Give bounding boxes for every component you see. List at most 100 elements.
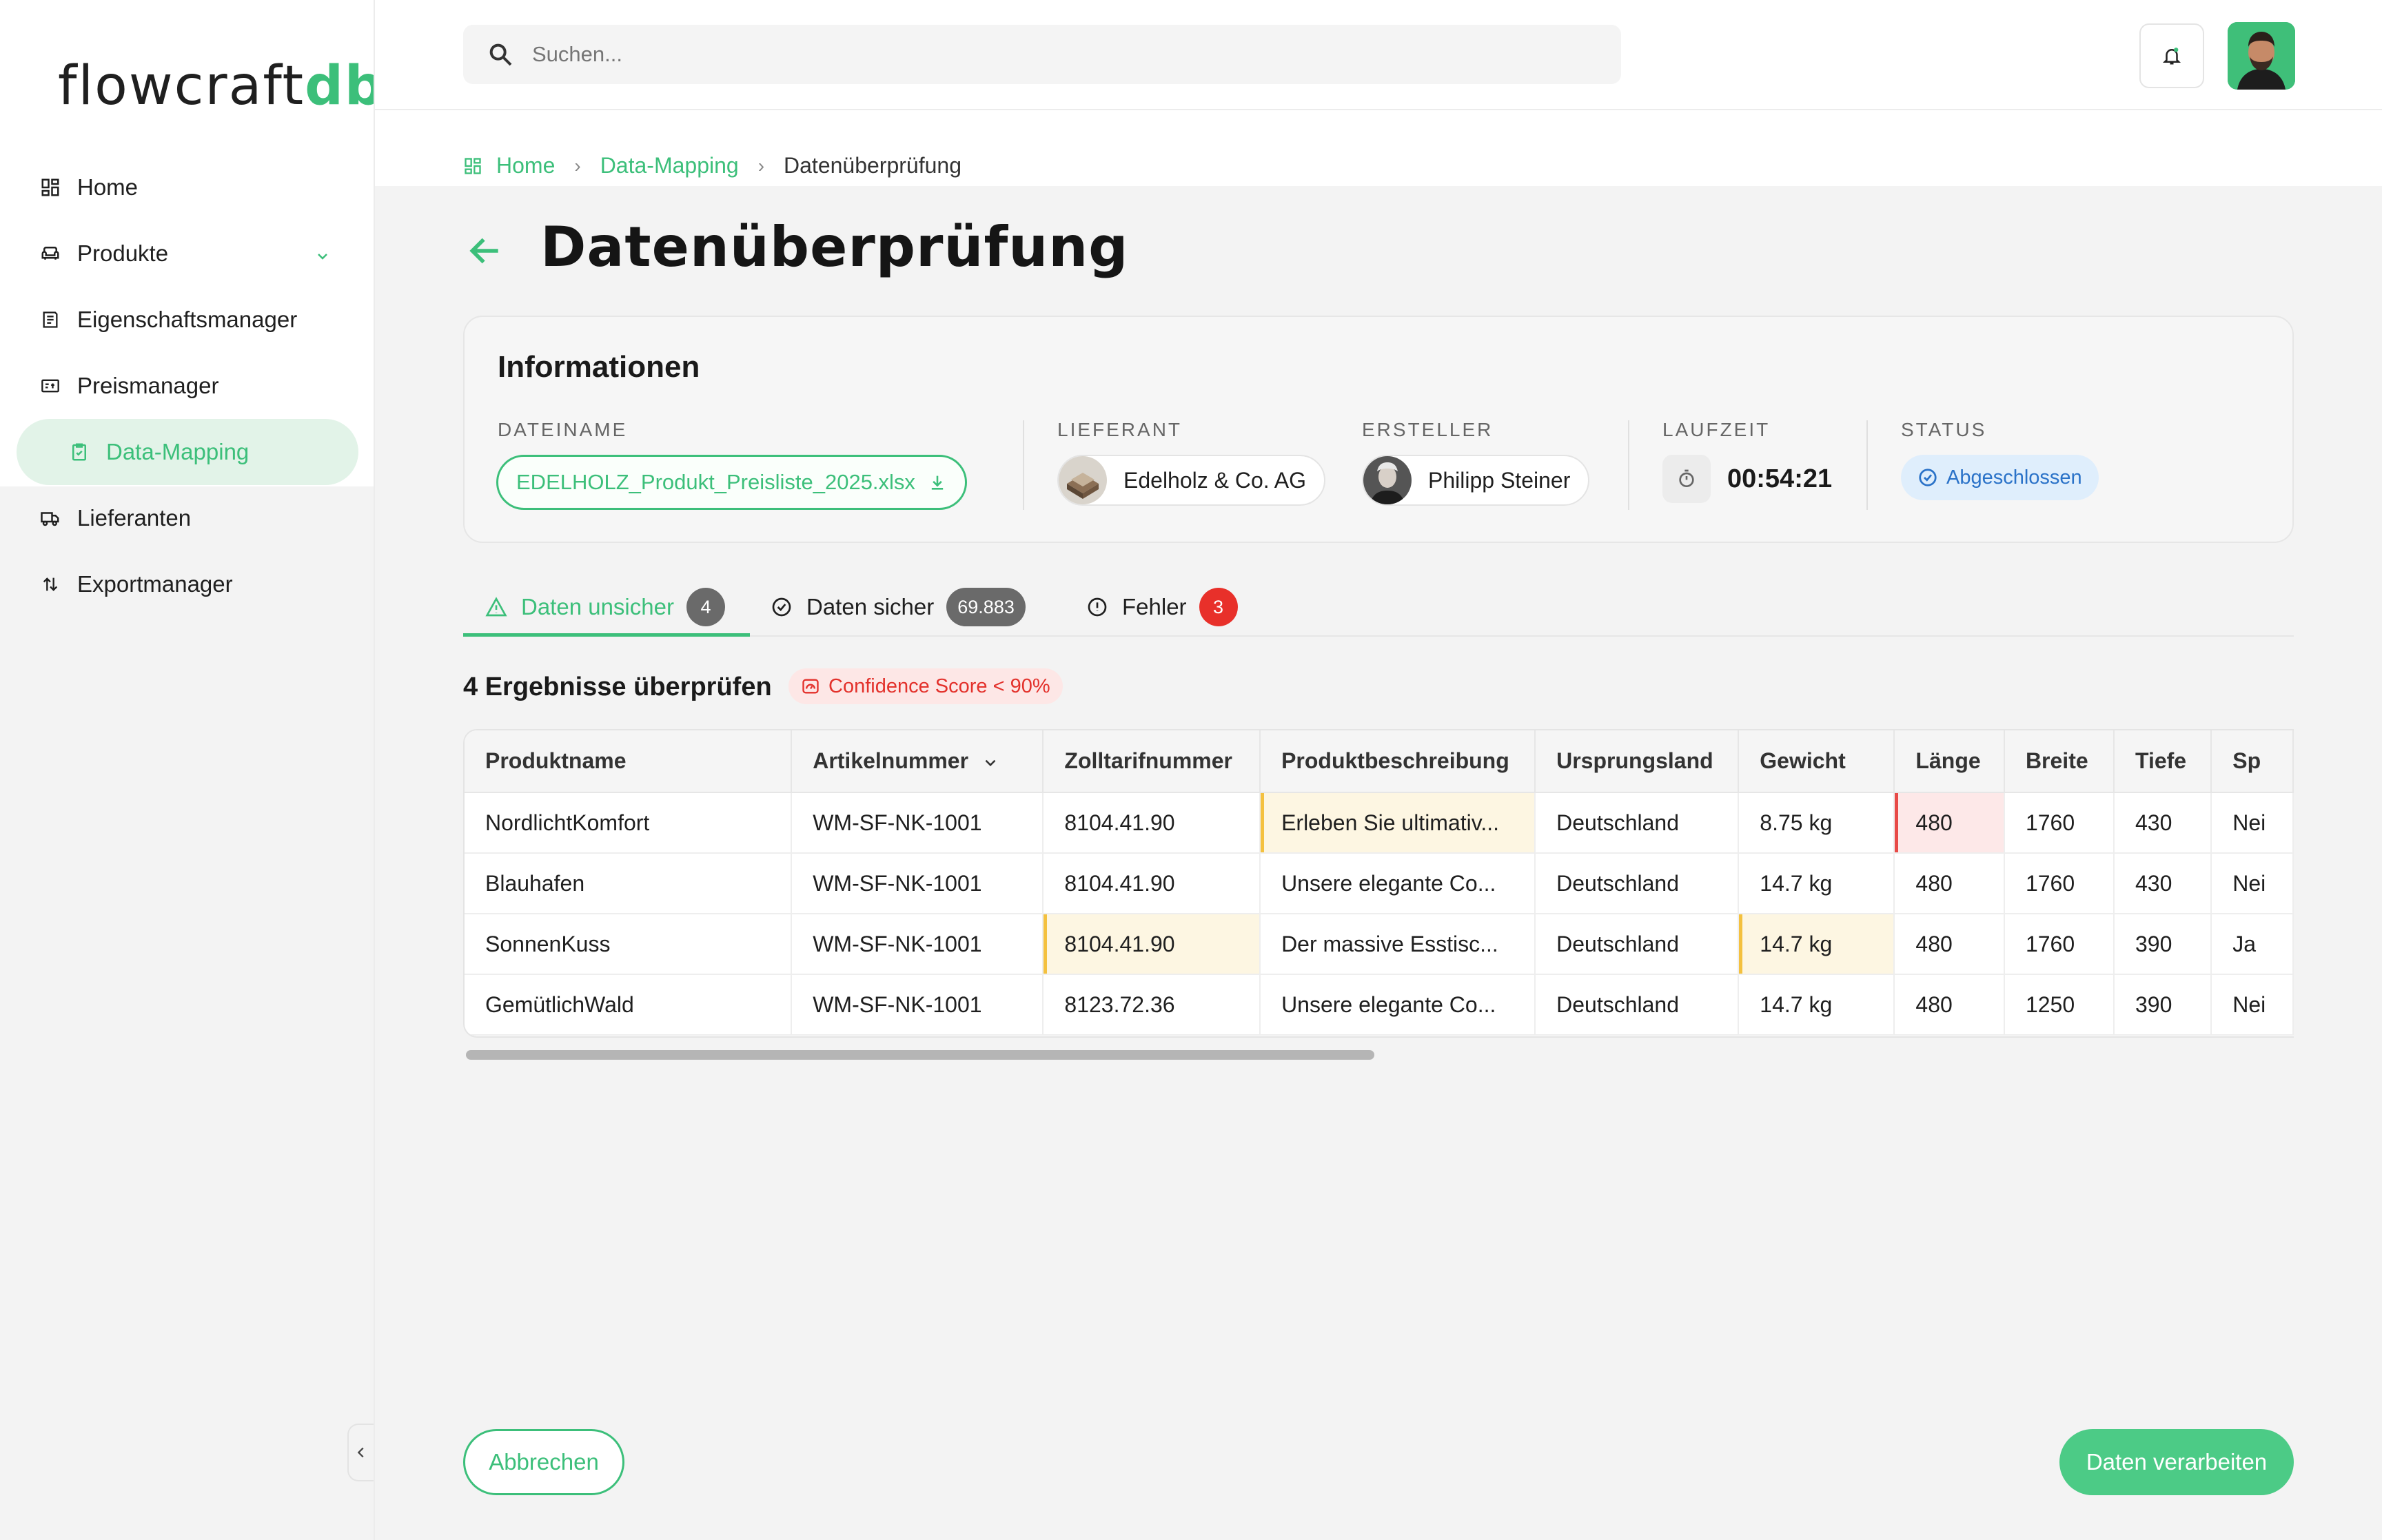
table-cell[interactable]: 480: [1894, 853, 2005, 914]
column-header[interactable]: Länge: [1894, 730, 2005, 793]
table-cell[interactable]: WM-SF-NK-1001: [791, 853, 1044, 914]
table-cell[interactable]: Unsere elegante Co...: [1260, 853, 1536, 914]
tab-fehler[interactable]: Fehler 3: [1086, 580, 1238, 634]
search-bar[interactable]: [463, 25, 1621, 84]
search-input[interactable]: [531, 41, 1567, 68]
table-cell[interactable]: WM-SF-NK-1001: [791, 914, 1044, 975]
table-cell[interactable]: Ja: [2211, 914, 2294, 975]
supplier-chip[interactable]: Edelholz & Co. AG: [1057, 455, 1326, 506]
table-row[interactable]: SonnenKuss WM-SF-NK-1001 8104.41.90 Der …: [465, 914, 2294, 975]
logo[interactable]: flowcraftdb: [58, 55, 385, 117]
table-cell[interactable]: Unsere elegante Co...: [1260, 974, 1536, 1036]
table-cell-warning[interactable]: 14.7 kg: [1738, 914, 1895, 975]
filename-download-link[interactable]: EDELHOLZ_Produkt_Preisliste_2025.xlsx: [496, 455, 967, 510]
chevron-down-icon: [985, 759, 996, 766]
table-cell-warning[interactable]: 8104.41.90: [1043, 914, 1261, 975]
column-header-sortable[interactable]: Artikelnummer: [791, 730, 1044, 793]
sidebar-divider: [374, 0, 375, 1540]
sidebar-item-eigenschaftsmanager[interactable]: Eigenschaftsmanager: [17, 287, 358, 353]
tab-bar: Daten unsicher 4 Daten sicher 69.883 Feh…: [463, 580, 2294, 637]
sidebar-item-data-mapping[interactable]: Data-Mapping: [17, 419, 358, 485]
table-cell[interactable]: Der massive Esstisc...: [1260, 914, 1536, 975]
creator-name: Philipp Steiner: [1428, 467, 1571, 493]
column-header[interactable]: Tiefe: [2113, 730, 2212, 793]
sidebar-item-preismanager[interactable]: Preismanager: [17, 353, 358, 419]
table-cell[interactable]: Blauhafen: [465, 853, 793, 914]
chevron-right-icon: ›: [757, 154, 765, 176]
sidebar-collapse-button[interactable]: [347, 1424, 374, 1481]
horizontal-scrollbar[interactable]: [466, 1050, 1374, 1060]
table-cell[interactable]: 8104.41.90: [1043, 853, 1261, 914]
back-arrow-icon[interactable]: [466, 232, 505, 270]
check-circle-icon: [1919, 469, 1937, 486]
table-cell[interactable]: Nei: [2211, 853, 2294, 914]
column-header[interactable]: Gewicht: [1738, 730, 1895, 793]
sidebar-item-label: Exportmanager: [77, 571, 233, 597]
table-cell[interactable]: 430: [2113, 853, 2212, 914]
dashboard-icon: [465, 157, 481, 174]
chevron-left-icon: [357, 1447, 364, 1458]
table-cell[interactable]: SonnenKuss: [465, 914, 793, 975]
breadcrumb-data-mapping[interactable]: Data-Mapping: [600, 153, 739, 178]
column-header[interactable]: Ursprungsland: [1535, 730, 1740, 793]
table-cell[interactable]: Deutschland: [1535, 974, 1740, 1036]
table-cell[interactable]: 1250: [2004, 974, 2115, 1036]
creator-label: ERSTELLER: [1362, 419, 1494, 440]
runtime-value: 00:54:21: [1727, 464, 1833, 493]
table-cell[interactable]: 1760: [2004, 914, 2115, 975]
table-cell[interactable]: 8123.72.36: [1043, 974, 1261, 1036]
table-cell[interactable]: 1760: [2004, 853, 2115, 914]
table-cell[interactable]: 8104.41.90: [1043, 792, 1261, 854]
table-cell[interactable]: Deutschland: [1535, 792, 1740, 854]
table-cell[interactable]: 14.7 kg: [1738, 974, 1895, 1036]
table-row[interactable]: Blauhafen WM-SF-NK-1001 8104.41.90 Unser…: [465, 853, 2294, 914]
column-header[interactable]: Sp: [2211, 730, 2294, 793]
notification-button[interactable]: [2139, 23, 2204, 88]
column-header[interactable]: Zolltarifnummer: [1043, 730, 1261, 793]
table-cell[interactable]: 1760: [2004, 792, 2115, 854]
table-cell[interactable]: 480: [1894, 914, 2005, 975]
tab-daten-sicher[interactable]: Daten sicher 69.883: [771, 580, 1026, 634]
cancel-button[interactable]: Abbrechen: [463, 1429, 624, 1495]
table-cell[interactable]: NordlichtKomfort: [465, 792, 793, 854]
process-data-button[interactable]: Daten verarbeiten: [2059, 1429, 2294, 1495]
avatar[interactable]: [2228, 22, 2295, 90]
table-cell[interactable]: WM-SF-NK-1001: [791, 792, 1044, 854]
column-header[interactable]: Breite: [2004, 730, 2115, 793]
tab-daten-unsicher[interactable]: Daten unsicher 4: [463, 580, 750, 637]
breadcrumb-home[interactable]: Home: [496, 153, 555, 178]
status-text: Abgeschlossen: [1946, 466, 2082, 489]
table-cell[interactable]: Deutschland: [1535, 853, 1740, 914]
breadcrumb: Home › Data-Mapping › Datenüberprüfung: [463, 153, 961, 178]
table-cell[interactable]: 8.75 kg: [1738, 792, 1895, 854]
column-header[interactable]: Produktbeschreibung: [1260, 730, 1536, 793]
table-cell[interactable]: Nei: [2211, 974, 2294, 1036]
table-cell[interactable]: 480: [1894, 974, 2005, 1036]
table-cell[interactable]: GemütlichWald: [465, 974, 793, 1036]
sidebar-item-home[interactable]: Home: [17, 154, 358, 220]
supplier-label: LIEFERANT: [1057, 419, 1183, 440]
sofa-icon: [39, 242, 62, 265]
sidebar-item-label: Home: [77, 174, 139, 200]
table-cell[interactable]: 14.7 kg: [1738, 853, 1895, 914]
results-table: Produktname Artikelnummer Zolltarifnumme…: [463, 729, 2294, 1038]
table-cell[interactable]: 390: [2113, 914, 2212, 975]
column-header[interactable]: Produktname: [465, 730, 793, 793]
creator-chip[interactable]: Philipp Steiner: [1362, 455, 1590, 506]
table-cell-error[interactable]: 480: [1894, 792, 2005, 854]
divider: [1628, 420, 1629, 510]
table-cell[interactable]: 430: [2113, 792, 2212, 854]
table-cell[interactable]: Deutschland: [1535, 914, 1740, 975]
table-cell[interactable]: 390: [2113, 974, 2212, 1036]
table-cell[interactable]: Nei: [2211, 792, 2294, 854]
sidebar-item-label: Preismanager: [77, 373, 219, 398]
sidebar-item-produkte[interactable]: Produkte: [17, 220, 358, 287]
table-row[interactable]: NordlichtKomfort WM-SF-NK-1001 8104.41.9…: [465, 792, 2294, 854]
table-cell-warning[interactable]: Erleben Sie ultimativ...: [1260, 792, 1536, 854]
sidebar-item-lieferanten[interactable]: Lieferanten: [17, 485, 358, 551]
table-row[interactable]: GemütlichWald WM-SF-NK-1001 8123.72.36 U…: [465, 974, 2294, 1036]
chevron-down-icon[interactable]: [314, 244, 331, 270]
table-cell[interactable]: WM-SF-NK-1001: [791, 974, 1044, 1036]
sidebar-item-label: Lieferanten: [77, 505, 192, 531]
sidebar-item-exportmanager[interactable]: Exportmanager: [17, 551, 358, 617]
